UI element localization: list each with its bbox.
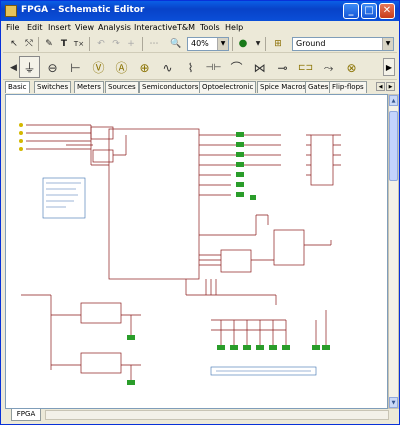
component-select[interactable]: Ground ▼ [292,37,394,51]
vertical-scrollbar[interactable]: ▲ ▼ [388,94,399,409]
dc-source-icon[interactable]: ● [236,37,250,51]
menu-interactive[interactable]: Interactive [134,23,177,32]
tab-semiconductors[interactable]: Semiconductors [139,81,202,93]
tab-optoelectronic[interactable]: Optoelectronic [199,81,257,93]
place-component-icon[interactable]: ⊞ [271,37,285,51]
zoom-select[interactable]: 40% ▼ [187,37,229,51]
toolbar-separator [89,37,90,51]
plus-icon[interactable]: + [124,37,138,51]
lamp-source-icon[interactable]: ⊕ [134,56,155,78]
variable-text-icon[interactable]: T× [72,37,86,51]
sheet-tab-fpga[interactable]: FPGA [11,409,41,421]
component-tabs: Basic Switches Meters Sources Semiconduc… [5,81,397,93]
component-toolbar: ◀ ⏚ ⊖ ⊢ Ⓥ Ⓐ ⊕ ∿ ⌇ ⊣⊢ ⌒ ⋈ ⊸ ⊏⊐ ⤳ ⊗ ▶ [3,54,397,80]
vertical-scroll-thumb[interactable] [389,111,398,181]
tabs-scroll-left-icon[interactable]: ◀ [376,82,385,91]
toolbar-separator [232,37,233,51]
ammeter-icon[interactable]: Ⓐ [111,56,132,78]
tabs-scroll-right-icon[interactable]: ▶ [386,82,395,91]
undo-icon[interactable]: ↶ [94,37,108,51]
horizontal-scrollbar[interactable] [45,410,389,420]
grid-icon[interactable]: ⋯ [147,37,161,51]
transformer-icon[interactable]: ⋈ [249,56,270,78]
tab-meters[interactable]: Meters [74,81,104,93]
voltmeter-icon[interactable]: Ⓥ [88,56,109,78]
variable-resistor-icon[interactable]: ⌇ [180,56,201,78]
fuse-icon[interactable]: ⊏⊐ [295,56,316,78]
tab-basic[interactable]: Basic [5,81,30,93]
toolbar-separator [265,37,266,51]
zoom-value: 40% [191,39,209,48]
ac-source-icon[interactable]: ⊖ [42,56,63,78]
window-title: FPGA - Schematic Editor [21,5,145,15]
text-tool-icon[interactable]: T [57,37,71,51]
zoom-icon[interactable]: 🔍 [169,37,183,51]
tab-spice-macros[interactable]: Spice Macros [257,81,310,93]
application-window: FPGA - Schematic Editor _ □ ✕ File Edit … [0,0,400,425]
chevron-down-icon[interactable]: ▼ [217,38,228,50]
switch-icon[interactable]: ⊸ [272,56,293,78]
menu-file[interactable]: File [6,23,19,32]
title-bar[interactable]: FPGA - Schematic Editor _ □ ✕ [1,1,399,21]
maximize-button[interactable]: □ [361,3,377,19]
menu-tm[interactable]: T&M [177,23,195,32]
main-toolbar: ↖ ⤲ ✎ T T× ↶ ↷ + ⋯ 🔍 40% ▼ ● ▼ ⊞ Ground … [3,35,397,53]
tab-flip-flops[interactable]: Flip-flops [329,81,367,93]
menu-help[interactable]: Help [225,23,243,32]
schematic-drawing [19,123,341,385]
schematic-canvas[interactable] [5,94,388,409]
scroll-up-icon[interactable]: ▲ [389,95,398,106]
relay-icon[interactable]: ⤳ [318,56,339,78]
wire-tool-icon[interactable]: ⤲ [22,37,36,51]
ground-symbol-icon[interactable]: ⏚ [19,56,40,78]
dropdown-arrow-icon[interactable]: ▼ [251,37,265,51]
sheet-bar: FPGA [5,409,399,423]
battery-icon[interactable]: ⊢ [65,56,86,78]
menu-analysis[interactable]: Analysis [98,23,131,32]
toolbar-scroll-right-icon[interactable]: ▶ [383,58,395,76]
bulb-icon[interactable]: ⊗ [341,56,362,78]
menu-edit[interactable]: Edit [27,23,43,32]
redo-icon[interactable]: ↷ [109,37,123,51]
menu-tools[interactable]: Tools [200,23,220,32]
tab-gates[interactable]: Gates [305,81,332,93]
pointer-icon[interactable]: ↖ [7,37,21,51]
toolbar-separator [38,37,39,51]
close-button[interactable]: ✕ [379,3,395,19]
menu-view[interactable]: View [75,23,94,32]
pencil-icon[interactable]: ✎ [42,37,56,51]
capacitor-icon[interactable]: ⊣⊢ [203,56,224,78]
minimize-button[interactable]: _ [343,3,359,19]
scroll-down-icon[interactable]: ▼ [389,397,398,408]
toolbar-separator [142,37,143,51]
resistor-icon[interactable]: ∿ [157,56,178,78]
component-value: Ground [296,39,326,48]
tab-switches[interactable]: Switches [34,81,72,93]
menu-insert[interactable]: Insert [48,23,71,32]
chevron-down-icon[interactable]: ▼ [382,38,393,50]
app-icon [5,5,17,17]
inductor-icon[interactable]: ⌒ [226,56,247,78]
menu-bar: File Edit Insert View Analysis Interacti… [1,21,399,34]
tab-sources[interactable]: Sources [105,81,139,93]
